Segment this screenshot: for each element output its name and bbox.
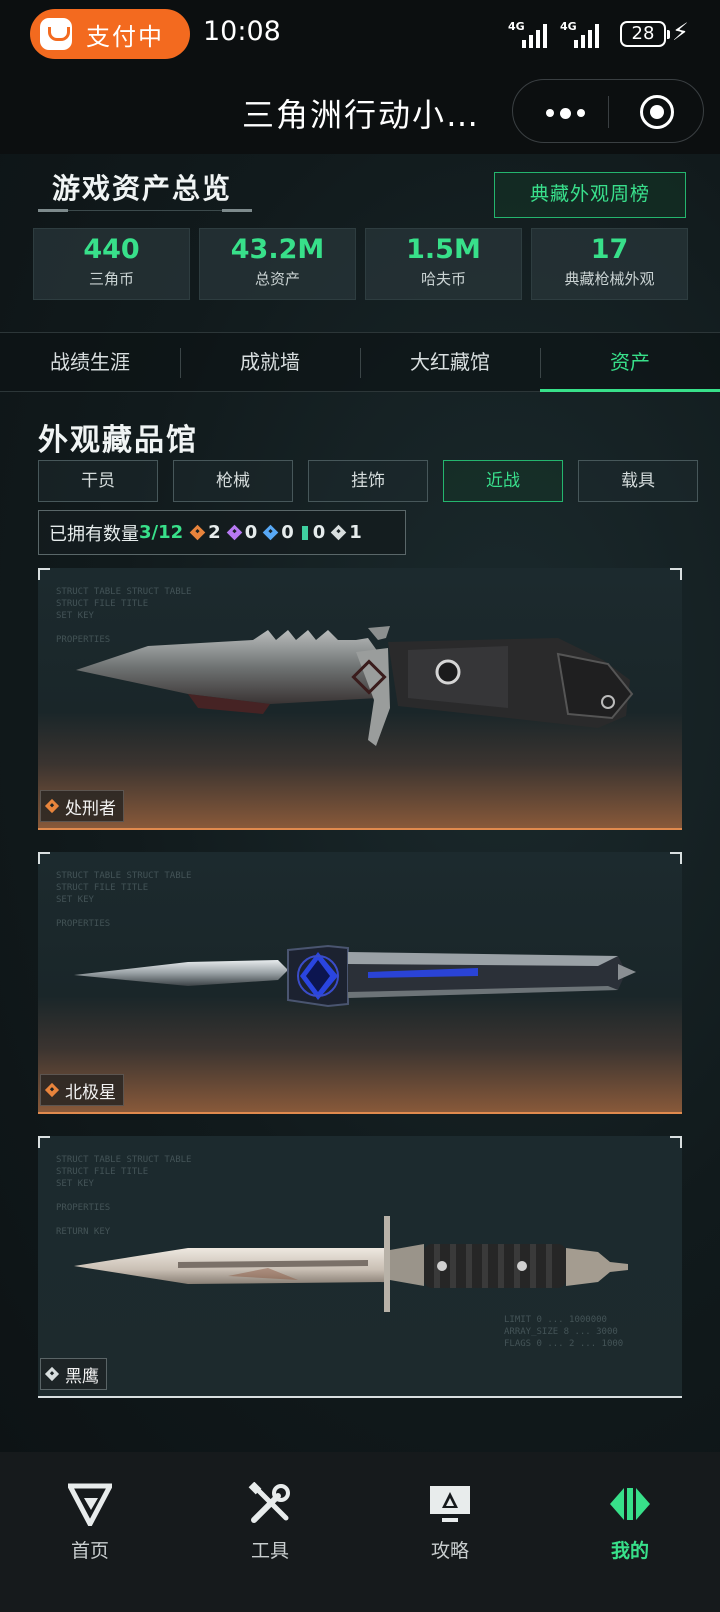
rarity-white-count: 1	[331, 522, 362, 543]
rarity-purple-count: 0	[226, 522, 257, 543]
tab-assets[interactable]: 资产	[540, 333, 720, 392]
item-name-tag: 北极星	[40, 1074, 124, 1106]
nav-guides[interactable]: 攻略	[360, 1452, 540, 1612]
signal-strength-icon: 4G	[508, 20, 547, 48]
rarity-gold-count: 2	[189, 522, 221, 543]
stat-box-hafu-coin: 1.5M 哈夫币	[365, 228, 522, 300]
collection-card[interactable]: STRUCT TABLE STRUCT TABLE STRUCT FILE TIT…	[38, 852, 682, 1114]
purple-rarity-icon	[226, 524, 242, 541]
gold-rarity-icon	[44, 798, 60, 814]
nav-label: 我的	[610, 1540, 649, 1562]
bottom-navigation: 首页 工具 攻略 我的	[0, 1452, 720, 1612]
tab-achievement-wall[interactable]: 成就墙	[180, 333, 360, 391]
weekly-collection-ranking-button[interactable]: 典藏外观周榜	[494, 172, 686, 218]
profile-tabs: 战绩生涯 成就墙 大红藏馆 资产	[0, 332, 720, 392]
filter-operators[interactable]: 干员	[38, 460, 158, 502]
filter-vehicles[interactable]: 载具	[578, 460, 698, 502]
white-rarity-icon	[331, 524, 347, 541]
nav-tools[interactable]: 工具	[180, 1452, 360, 1612]
item-name: 处刑者	[65, 798, 116, 819]
mini-program-title-bar: 三角洲行动小…	[0, 70, 720, 154]
filter-charms[interactable]: 挂饰	[308, 460, 428, 502]
stat-label: 哈夫币	[420, 270, 466, 288]
battery-icon: 28	[620, 21, 670, 47]
stat-box-triangle-coin: 440 三角币	[33, 228, 190, 300]
executioner-knife-image	[76, 626, 634, 746]
stat-value: 17	[590, 234, 629, 265]
capsule-divider	[608, 96, 609, 128]
stat-value: 43.2M	[230, 234, 325, 265]
black-hawk-knife-image	[74, 1216, 628, 1312]
white-rarity-icon	[44, 1366, 60, 1382]
title-underline-decoration	[38, 209, 252, 213]
nav-label: 攻略	[430, 1540, 469, 1562]
app-title: 三角洲行动小…	[242, 96, 481, 134]
rarity-green-count: 0	[301, 522, 325, 543]
collection-card[interactable]: STRUCT TABLE STRUCT TABLE STRUCT FILE TIT…	[38, 1136, 682, 1398]
nav-label: 首页	[70, 1540, 109, 1562]
stat-label: 总资产	[254, 270, 300, 288]
owned-count-bar: 已拥有数量 3/12 2 0 0 0 1	[38, 510, 406, 555]
green-rarity-icon	[301, 525, 308, 540]
asset-stats-row: 440 三角币 43.2M 总资产 1.5M 哈夫币 17 典藏枪械外观	[33, 228, 688, 300]
tab-career-stats[interactable]: 战绩生涯	[0, 333, 180, 391]
item-name-tag: 黑鹰	[40, 1358, 107, 1390]
signal-strength-icon-2: 4G	[560, 20, 599, 48]
owned-count: 3/12	[139, 522, 184, 543]
payment-app-icon	[40, 18, 72, 50]
nav-profile[interactable]: 我的	[540, 1452, 720, 1612]
status-bar: 支付中 10:08 4G 4G 28 ⚡	[0, 0, 720, 70]
status-time: 10:08	[203, 16, 281, 47]
filter-melee[interactable]: 近战	[443, 460, 563, 502]
stat-label: 典藏枪械外观	[564, 270, 655, 288]
home-logo-icon	[68, 1483, 112, 1526]
gallery-title: 外观藏品馆	[38, 423, 198, 458]
payment-in-progress-pill[interactable]: 支付中	[30, 9, 190, 59]
close-mini-program-icon[interactable]	[640, 95, 674, 129]
blue-rarity-icon	[262, 524, 279, 541]
category-filters: 干员 枪械 挂饰 近战 载具	[38, 460, 698, 502]
guide-monitor-icon	[430, 1486, 470, 1522]
charging-bolt-icon: ⚡	[672, 18, 689, 46]
profile-logo-icon	[610, 1488, 650, 1520]
nav-home[interactable]: 首页	[0, 1452, 180, 1612]
nav-label: 工具	[250, 1540, 289, 1562]
item-name-tag: 处刑者	[40, 790, 124, 822]
stat-label: 三角币	[88, 270, 134, 288]
rarity-blue-count: 0	[262, 522, 294, 543]
stat-box-total-assets: 43.2M 总资产	[199, 228, 356, 300]
stat-value: 1.5M	[406, 234, 481, 265]
payment-status-label: 支付中	[86, 22, 164, 51]
item-name: 黑鹰	[65, 1366, 99, 1387]
owned-label: 已拥有数量	[49, 523, 139, 545]
polaris-knife-image	[74, 944, 636, 1008]
tools-icon	[248, 1482, 290, 1523]
collection-card[interactable]: STRUCT TABLE STRUCT TABLE STRUCT FILE TIT…	[38, 568, 682, 830]
mini-program-capsule	[512, 79, 704, 143]
gold-rarity-icon	[44, 1082, 60, 1098]
overview-title: 游戏资产总览	[52, 172, 233, 205]
more-options-icon[interactable]	[546, 107, 585, 119]
tab-red-collection[interactable]: 大红藏馆	[360, 333, 540, 391]
filter-weapons[interactable]: 枪械	[173, 460, 293, 502]
stat-box-collection-skins: 17 典藏枪械外观	[531, 228, 688, 300]
item-name: 北极星	[65, 1082, 116, 1103]
gold-rarity-icon	[189, 524, 206, 541]
stat-value: 440	[83, 234, 140, 265]
